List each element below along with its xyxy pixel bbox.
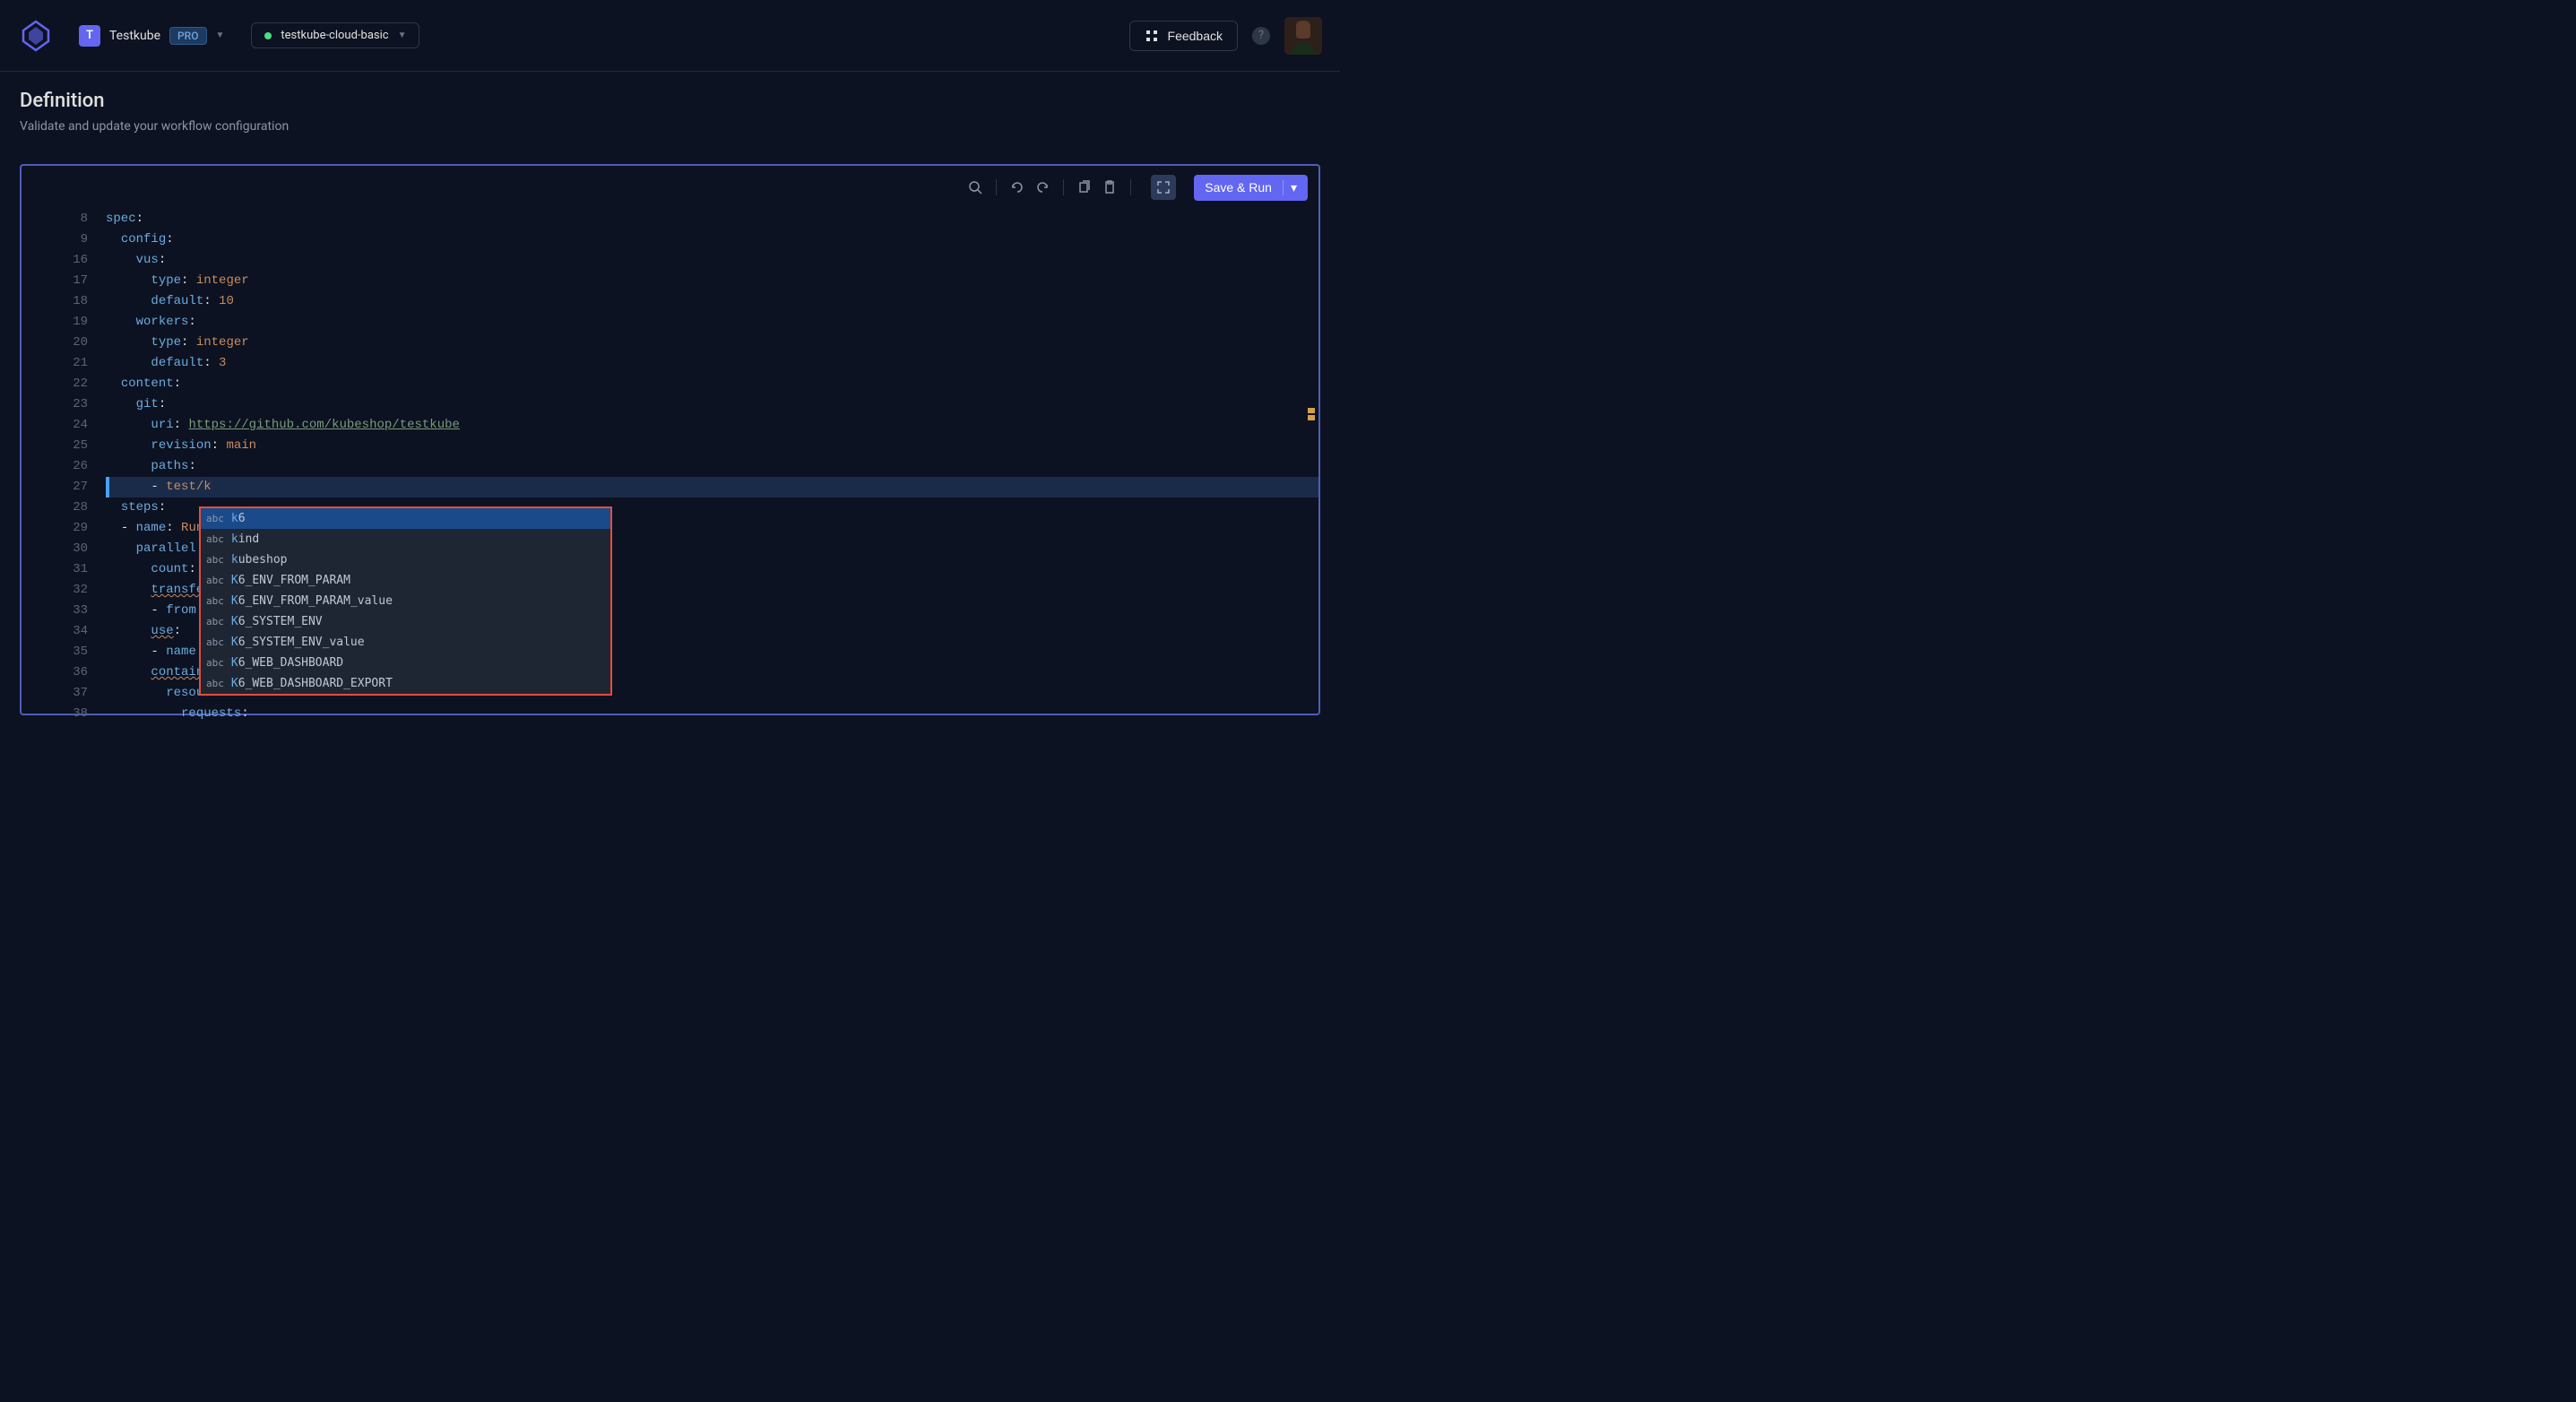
code-line[interactable]: default: 10 xyxy=(106,291,1318,312)
chevron-down-icon[interactable]: ▼ xyxy=(216,30,225,40)
breadcrumb: T Testkube PRO ▼ xyxy=(79,25,224,47)
autocomplete-item[interactable]: abcK6_ENV_FROM_PARAM xyxy=(201,570,610,591)
line-number: 30 xyxy=(22,539,88,559)
page-header: Definition Validate and update your work… xyxy=(0,72,1340,155)
code-line[interactable]: requests: xyxy=(106,704,1318,724)
app-logo-icon[interactable] xyxy=(18,18,54,54)
code-line[interactable]: type: integer xyxy=(106,333,1318,353)
env-name: testkube-cloud-basic xyxy=(281,29,388,42)
line-number: 17 xyxy=(22,271,88,291)
code-line[interactable]: paths: xyxy=(106,456,1318,477)
code-line[interactable]: type: integer xyxy=(106,271,1318,291)
line-number: 37 xyxy=(22,683,88,704)
line-number: 27 xyxy=(22,477,88,498)
paste-icon[interactable] xyxy=(1100,177,1119,197)
topbar: T Testkube PRO ▼ testkube-cloud-basic ▼ … xyxy=(0,0,1340,72)
code-line[interactable]: vus: xyxy=(106,250,1318,271)
line-number: 19 xyxy=(22,312,88,333)
line-number: 23 xyxy=(22,394,88,415)
chevron-down-icon: ▼ xyxy=(398,30,407,40)
code-line[interactable]: revision: main xyxy=(106,436,1318,456)
code-line[interactable]: config: xyxy=(106,229,1318,250)
line-number: 21 xyxy=(22,353,88,374)
slack-icon xyxy=(1145,29,1159,43)
line-number: 34 xyxy=(22,621,88,642)
status-dot-icon xyxy=(264,32,272,39)
line-number: 33 xyxy=(22,601,88,621)
line-number: 35 xyxy=(22,642,88,662)
line-number: 8 xyxy=(22,209,88,229)
code-line[interactable]: default: 3 xyxy=(106,353,1318,374)
topbar-right: Feedback ? xyxy=(1129,17,1322,55)
autocomplete-item[interactable]: abckind xyxy=(201,529,610,550)
org-badge: T xyxy=(79,25,100,47)
help-icon[interactable]: ? xyxy=(1252,27,1270,45)
line-number: 20 xyxy=(22,333,88,353)
line-number: 9 xyxy=(22,229,88,250)
line-number: 24 xyxy=(22,415,88,436)
line-number: 36 xyxy=(22,662,88,683)
line-number: 26 xyxy=(22,456,88,477)
line-number: 28 xyxy=(22,498,88,518)
line-number: 29 xyxy=(22,518,88,539)
line-number: 16 xyxy=(22,250,88,271)
env-selector[interactable]: testkube-cloud-basic ▼ xyxy=(251,22,419,48)
org-name[interactable]: Testkube xyxy=(109,29,160,43)
code-line[interactable]: - test/k xyxy=(106,477,1318,498)
editor-toolbar: Save & Run ▾ xyxy=(22,166,1318,209)
line-number: 31 xyxy=(22,559,88,580)
autocomplete-item[interactable]: abcK6_WEB_DASHBOARD xyxy=(201,653,610,673)
fullscreen-button[interactable] xyxy=(1151,175,1176,200)
pro-badge: PRO xyxy=(169,27,206,45)
autocomplete-item[interactable]: abcK6_ENV_FROM_PARAM_value xyxy=(201,591,610,611)
code-line[interactable]: workers: xyxy=(106,312,1318,333)
avatar[interactable] xyxy=(1284,17,1322,55)
autocomplete-item[interactable]: abck6 xyxy=(201,508,610,529)
line-number: 18 xyxy=(22,291,88,312)
line-number: 22 xyxy=(22,374,88,394)
feedback-button[interactable]: Feedback xyxy=(1129,21,1238,51)
page-title: Definition xyxy=(20,90,1320,112)
line-number: 25 xyxy=(22,436,88,456)
save-run-button[interactable]: Save & Run ▾ xyxy=(1194,175,1308,201)
redo-icon[interactable] xyxy=(1033,177,1052,197)
autocomplete-item[interactable]: abcK6_SYSTEM_ENV_value xyxy=(201,632,610,653)
autocomplete-item[interactable]: abckubeshop xyxy=(201,550,610,570)
code-line[interactable]: uri: https://github.com/kubeshop/testkub… xyxy=(106,415,1318,436)
undo-icon[interactable] xyxy=(1007,177,1027,197)
line-number: 38 xyxy=(22,704,88,724)
autocomplete-item[interactable]: abcK6_SYSTEM_ENV xyxy=(201,611,610,632)
line-number: 32 xyxy=(22,580,88,601)
minimap[interactable] xyxy=(1308,408,1315,422)
page-subtitle: Validate and update your workflow config… xyxy=(20,119,1320,134)
autocomplete-item[interactable]: abcK6_WEB_DASHBOARD_EXPORT xyxy=(201,673,610,694)
code-line[interactable]: git: xyxy=(106,394,1318,415)
search-icon[interactable] xyxy=(965,177,985,197)
autocomplete-popup[interactable]: abck6abckindabckubeshopabcK6_ENV_FROM_PA… xyxy=(199,506,612,696)
code-line[interactable]: content: xyxy=(106,374,1318,394)
copy-icon[interactable] xyxy=(1075,177,1094,197)
chevron-down-icon[interactable]: ▾ xyxy=(1283,180,1297,195)
code-line[interactable]: spec: xyxy=(106,209,1318,229)
